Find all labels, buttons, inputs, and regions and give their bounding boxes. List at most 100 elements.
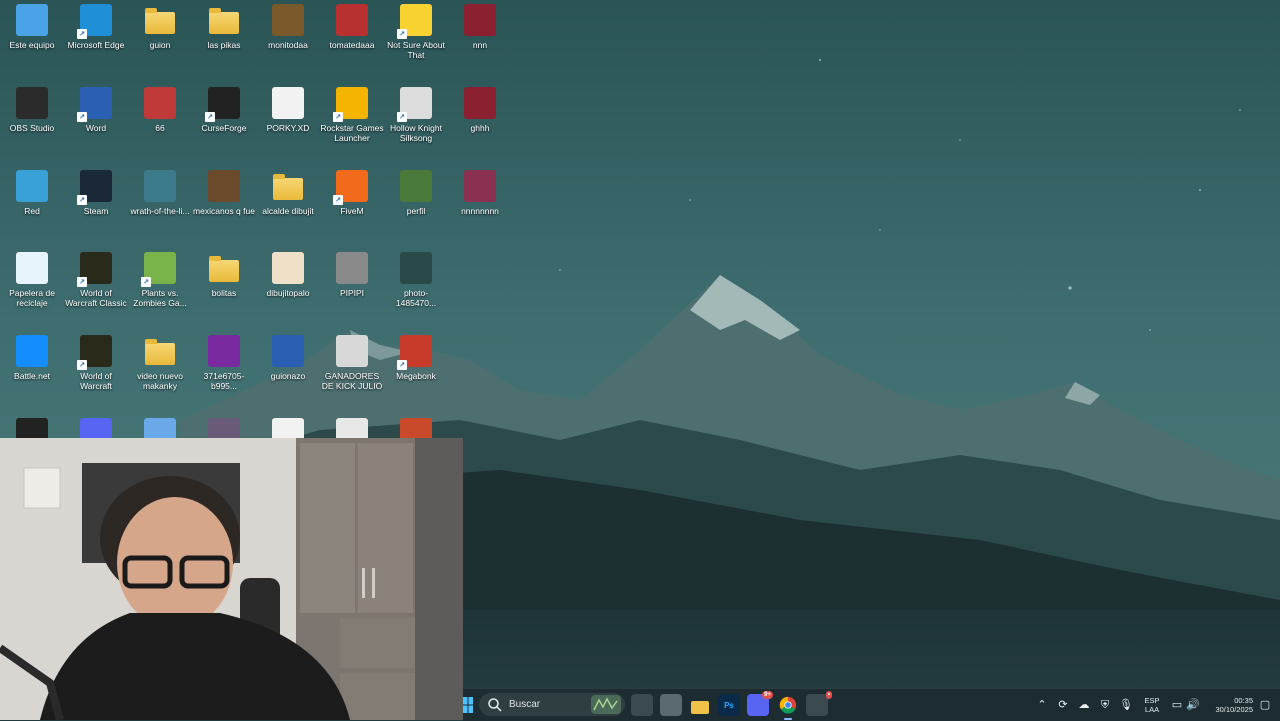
pvz-icon: ↗	[141, 252, 176, 287]
desktop-icon-label: Megabonk	[396, 371, 436, 381]
image-icon	[464, 4, 496, 36]
desktop-icon[interactable]: tomatedaaa	[320, 4, 384, 50]
desktop-icon[interactable]: GANADORES DE KICK JULIO	[320, 335, 384, 391]
desktop-icon[interactable]: perfil	[384, 170, 448, 216]
image-icon	[400, 252, 432, 284]
photoshop-icon[interactable]: Ps	[718, 694, 740, 716]
desktop-icon[interactable]: ↗ World of Warcraft Classic	[64, 252, 128, 308]
shortcut-arrow-icon: ↗	[77, 112, 87, 122]
shortcut-arrow-icon: ↗	[77, 360, 87, 370]
desktop-icon[interactable]: ↗ Not Sure About That	[384, 4, 448, 60]
desktop-icon[interactable]: photo-1485470...	[384, 252, 448, 308]
desktop-icon-label: bolitas	[211, 288, 237, 298]
desktop-icon-label: OBS Studio	[9, 123, 55, 133]
notification-badge: •	[825, 691, 832, 699]
desktop-icon[interactable]: monitodaa	[256, 4, 320, 50]
desktop-icon[interactable]: Battle.net	[0, 335, 64, 381]
desktop-icon[interactable]: guion	[128, 4, 192, 50]
desktop-icon[interactable]: alcalde dibujit	[256, 170, 320, 216]
start-button[interactable]	[463, 697, 473, 713]
desktop-icon[interactable]: ↗ CurseForge	[192, 87, 256, 133]
shield-icon[interactable]: ⛨	[1098, 698, 1112, 712]
app-label: Ps	[724, 700, 734, 710]
desktop-icon[interactable]: PORKY.XD	[256, 87, 320, 133]
desktop-icon[interactable]: PIPIPI	[320, 252, 384, 298]
desktop-icon[interactable]: OBS Studio	[0, 87, 64, 133]
hollowknight-icon: ↗	[397, 87, 432, 122]
desktop-icon-label: Rockstar Games Launcher	[320, 123, 384, 143]
desktop-icon-label: FiveM	[340, 206, 364, 216]
notification-badge: 9+	[762, 691, 773, 699]
desktop-icon[interactable]: Red	[0, 170, 64, 216]
image-icon	[336, 335, 368, 367]
desktop-icon[interactable]: ↗ Rockstar Games Launcher	[320, 87, 384, 143]
desktop-icon[interactable]: Papelera de reciclaje	[0, 252, 64, 308]
desktop-icon[interactable]: bolitas	[192, 252, 256, 298]
clock[interactable]: 00:35 30/10/2025	[1205, 696, 1253, 714]
language-indicator[interactable]: ESP LAA	[1141, 696, 1163, 714]
file-explorer-icon[interactable]	[689, 694, 711, 716]
desktop-icon-label: Hollow Knight Silksong	[390, 123, 442, 143]
image-icon	[336, 252, 368, 284]
volume-icon[interactable]: 🔊	[1186, 698, 1200, 712]
chevron-up-icon[interactable]: ⌃	[1035, 698, 1049, 712]
desktop-icon[interactable]: guionazo	[256, 335, 320, 381]
desktop-icon-label: Word	[85, 123, 107, 133]
desktop-icon[interactable]: nnn	[448, 4, 512, 50]
desktop-icon[interactable]: ↗ Steam	[64, 170, 128, 216]
desktop-icon[interactable]: las pikas	[192, 4, 256, 50]
desktop-icon[interactable]: mexicanos q fue	[192, 170, 256, 216]
task-view-icon[interactable]	[631, 694, 653, 716]
image-icon	[272, 4, 304, 36]
desktop-icon[interactable]: ↗ Plants vs. Zombies Ga...	[128, 252, 192, 308]
desktop-icon-label: GANADORES DE KICK JULIO	[321, 371, 383, 391]
desktop-icon-label: mexicanos q fue	[193, 206, 255, 216]
wow-icon: ↗	[77, 252, 112, 287]
video-icon	[272, 87, 304, 119]
desktop-icon[interactable]: ↗ Microsoft Edge	[64, 4, 128, 50]
desktop-icon[interactable]: ↗ Hollow Knight Silksong	[384, 87, 448, 143]
search-icon	[488, 697, 502, 712]
desktop-icon[interactable]: ghhh	[448, 87, 512, 133]
notification-icon[interactable]: ▢	[1258, 698, 1272, 712]
desktop-icon-label: video nuevo makanky	[137, 371, 183, 391]
desktop-icon-label: photo-1485470...	[395, 288, 437, 308]
desktop-icon-label: PORKY.XD	[266, 123, 310, 133]
desktop-icon-label: World of Warcraft	[80, 371, 112, 391]
printer-app-icon[interactable]	[660, 694, 682, 716]
word-doc-icon	[272, 335, 304, 367]
discord-icon[interactable]: 9+	[747, 691, 773, 716]
desktop-icon[interactable]: Este equipo	[0, 4, 64, 50]
desktop-icon[interactable]: video nuevo makanky	[128, 335, 192, 391]
desktop-icon-label: Este equipo	[9, 40, 55, 50]
desktop-icon[interactable]: ↗ Megabonk	[384, 335, 448, 381]
desktop-icon[interactable]: 371e6705-b995...	[192, 335, 256, 391]
shortcut-arrow-icon: ↗	[205, 112, 215, 122]
app-icon[interactable]: •	[806, 691, 832, 716]
microphone-icon[interactable]: 🎙	[1119, 698, 1133, 712]
image-icon	[208, 170, 240, 202]
desktop-icon[interactable]: dibujitopalo	[256, 252, 320, 298]
desktop-icon-label: CurseForge	[201, 123, 247, 133]
desktop-icon[interactable]: wrath-of-the-li...	[128, 170, 192, 216]
taskbar-search[interactable]: Buscar	[479, 693, 625, 716]
fivem-icon: ↗	[333, 170, 368, 205]
desktop-icon-label: monitodaa	[268, 40, 308, 50]
battlenet-icon	[16, 335, 48, 367]
recycle-bin-icon	[16, 252, 48, 284]
desktop-icon[interactable]: 66	[128, 87, 192, 133]
obs-icon	[16, 87, 48, 119]
chrome-icon[interactable]	[777, 694, 799, 720]
network-icon	[16, 170, 48, 202]
desktop-icon[interactable]: ↗ Word	[64, 87, 128, 133]
cloud-icon[interactable]: ☁	[1077, 698, 1091, 712]
desktop-icon-label: wrath-of-the-li...	[130, 206, 190, 216]
sync-icon[interactable]: ⟳	[1056, 698, 1070, 712]
desktop-icon-label: nnn	[472, 40, 488, 50]
desktop-icon[interactable]: ↗ FiveM	[320, 170, 384, 216]
image-icon	[336, 4, 368, 36]
network-icon[interactable]: ▭	[1170, 698, 1184, 712]
desktop-icon[interactable]: ↗ World of Warcraft	[64, 335, 128, 391]
desktop-icon[interactable]: nnnnnnnn	[448, 170, 512, 216]
desktop-icon-label: 371e6705-b995...	[203, 371, 245, 391]
